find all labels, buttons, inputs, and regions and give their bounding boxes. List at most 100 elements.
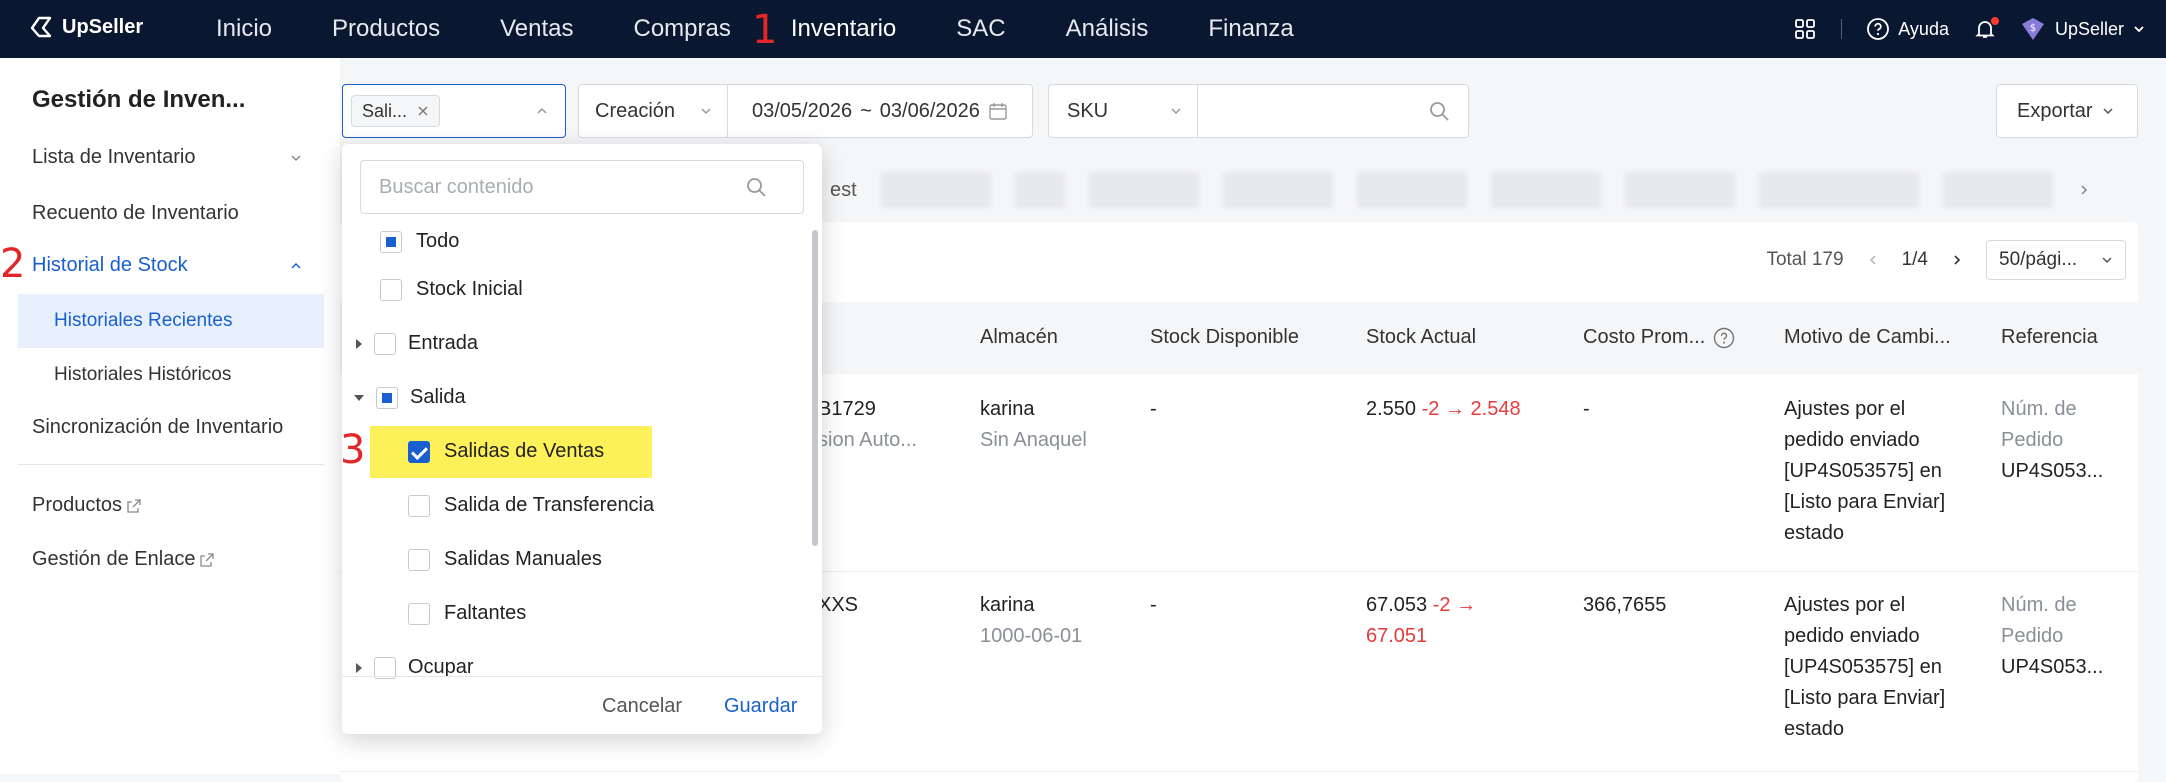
chevron-up-icon [537,107,547,114]
bell-icon[interactable] [1973,17,1999,41]
sidebar-item-historiales-recientes[interactable]: Historiales Recientes [18,294,324,348]
almacen-subtext: 1000-06-01 [980,625,1083,647]
motivo-line: pedido enviado [1784,429,1920,451]
type-select[interactable]: Sali... [342,84,566,138]
upseller-logo-icon [30,16,52,38]
cancel-button[interactable]: Cancelar [602,695,682,718]
sidebar-item-gestion-enlace[interactable]: Gestión de Enlace [32,548,215,571]
option-salidas-manuales[interactable]: Salidas Manuales [408,548,602,571]
ref-value[interactable]: UP4S053... [2001,456,2103,487]
date-to: 03/06/2026 [879,99,980,122]
dropdown-search-input[interactable]: Buscar contenido [360,160,804,214]
nav-inicio[interactable]: Inicio [216,15,272,43]
ref-value[interactable]: UP4S053... [2001,652,2103,683]
nav-finanza[interactable]: Finanza [1208,15,1293,43]
date-type-select[interactable]: Creación [578,84,728,138]
top-divider [1841,19,1843,39]
annotation-number-2: 2 [0,241,26,287]
dropdown-scrollbar[interactable] [812,230,818,546]
option-label: Entrada [408,332,479,354]
checkbox[interactable] [408,548,430,571]
sidebar-item-productos[interactable]: Productos [32,494,142,517]
checkbox-partial[interactable] [376,386,398,409]
page-indicator: 1/4 [1901,249,1928,270]
chevron-down-icon [2103,108,2113,115]
account-name: UpSeller [2054,18,2124,39]
sidebar-item-lista-inventario[interactable]: Lista de Inventario [32,146,318,169]
sidebar-item-historiales-historicos[interactable]: Historiales Históricos [18,348,324,402]
checkbox[interactable] [380,278,402,301]
nav-inventario[interactable]: Inventario [791,15,896,43]
actual-value: 2.550 [1366,398,1417,420]
sku-field-select[interactable]: SKU [1048,84,1198,138]
apps-grid-icon[interactable] [1793,17,1817,41]
sidebar-item-sincronizacion[interactable]: Sincronización de Inventario [32,416,283,439]
help-link[interactable]: Ayuda [1866,17,1949,41]
sidebar: Gestión de Inven... Lista de Inventario … [0,58,340,774]
checkbox[interactable] [374,332,396,355]
option-salida-transferencia[interactable]: Salida de Transferencia [408,494,654,517]
ref-label: Pedido [2001,625,2064,647]
option-salida[interactable]: Salida [354,386,466,409]
nav-compras[interactable]: Compras [634,15,731,43]
checkbox-partial[interactable] [380,230,402,253]
sidebar-item-historial-stock[interactable]: Historial de Stock [32,254,318,277]
date-separator: ~ [860,99,872,122]
actual-value: 67.053 [1366,594,1428,616]
tab-blurred[interactable] [1624,172,1735,208]
chevron-right-icon[interactable] [1950,253,1964,267]
account-menu[interactable]: $ UpSeller [2019,16,2146,42]
caret-down-icon[interactable] [354,394,364,401]
option-faltantes[interactable]: Faltantes [408,602,526,625]
help-icon[interactable] [1713,327,1735,349]
tab-blurred[interactable] [1758,172,1919,208]
page-size-label: 50/pági... [1999,249,2078,270]
disponible-cell: - [1150,398,1157,420]
export-button[interactable]: Exportar [1996,84,2138,138]
option-salidas-ventas[interactable]: Salidas de Ventas [408,440,604,463]
caret-right-icon[interactable] [356,338,362,349]
checkbox[interactable] [408,494,430,517]
motivo-line: [Listo para Enviar] [1784,491,1946,513]
close-icon[interactable] [417,105,429,117]
chevron-left-icon[interactable] [1866,253,1880,267]
almacen-subtext: Sin Anaquel [980,429,1087,451]
nav-sac[interactable]: SAC [956,15,1005,43]
column-stock-disponible: Stock Disponible [1150,326,1299,348]
option-stock-inicial[interactable]: Stock Inicial [380,278,523,301]
sidebar-item-recuento[interactable]: Recuento de Inventario [32,202,239,225]
tab-blurred[interactable] [1356,172,1467,208]
tab-blurred[interactable] [1490,172,1601,208]
search-icon[interactable] [1428,100,1450,122]
option-todo[interactable]: Todo [380,230,459,253]
tab-blurred[interactable] [1014,172,1065,208]
sku-search-input[interactable] [1197,84,1469,138]
tab-blurred[interactable] [1222,172,1333,208]
chevron-right-icon[interactable] [2077,183,2091,197]
nav-ventas[interactable]: Ventas [500,15,573,43]
top-navbar: UpSeller Inicio Productos Ventas Compras… [0,0,2166,58]
tab-blurred[interactable] [880,172,991,208]
tab-blurred[interactable] [1942,172,2053,208]
total-count: Total 179 [1766,249,1844,270]
sidebar-item-label: Lista de Inventario [32,146,196,168]
option-label: Stock Inicial [416,278,523,300]
option-entrada[interactable]: Entrada [356,332,478,355]
date-range-picker[interactable]: 03/05/2026 ~ 03/06/2026 [727,84,1033,138]
tab-blurred[interactable] [1088,172,1199,208]
nav-productos[interactable]: Productos [332,15,440,43]
tab-partial-label[interactable]: est [830,179,857,202]
date-type-label: Creación [595,99,676,122]
page-size-select[interactable]: 50/pági... [1986,240,2126,280]
checkbox[interactable] [408,602,430,625]
referencia-cell: Núm. de Pedido UP4S053... [2001,394,2103,487]
save-button[interactable]: Guardar [724,695,797,718]
motivo-line: [Listo para Enviar] [1784,687,1946,709]
option-label: Salida de Transferencia [444,494,655,516]
brand-logo[interactable]: UpSeller [28,14,143,40]
checkbox-checked[interactable] [408,440,430,463]
caret-right-icon[interactable] [356,662,362,673]
motivo-cell: Ajustes por el pedido enviado [UP4S05357… [1784,590,1945,745]
sidebar-divider [18,464,324,465]
nav-analisis[interactable]: Análisis [1066,15,1149,43]
